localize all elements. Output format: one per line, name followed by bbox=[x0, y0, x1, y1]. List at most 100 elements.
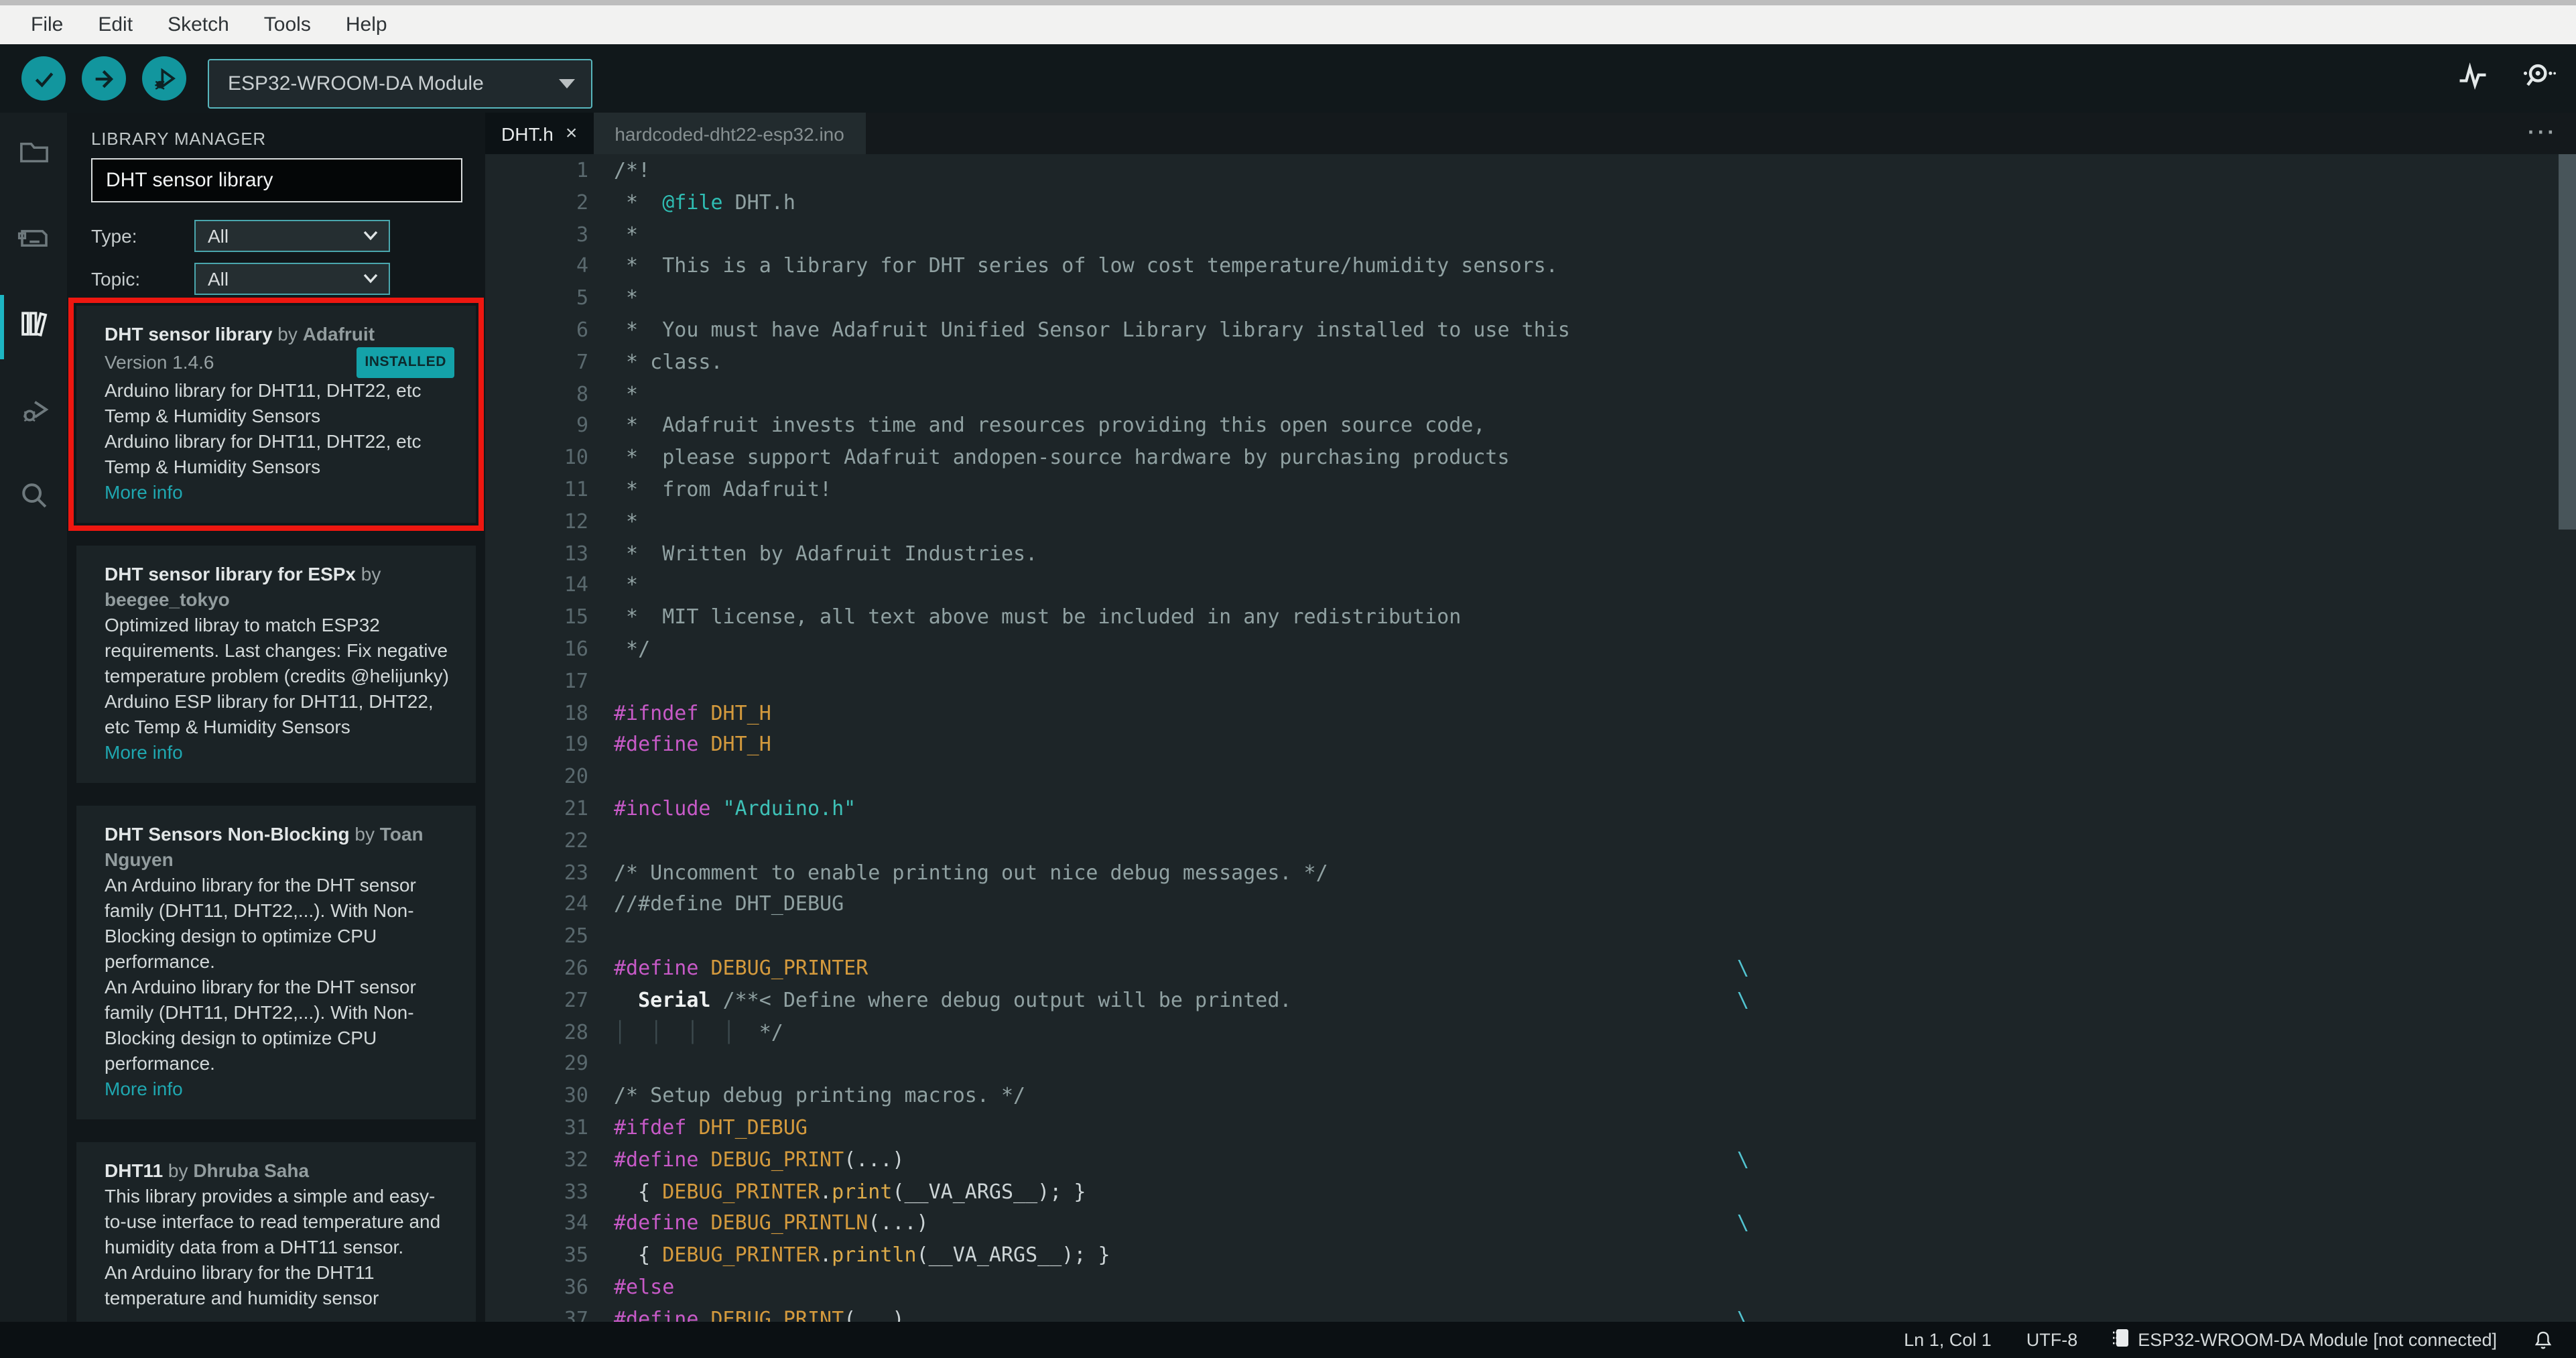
verify-button[interactable] bbox=[21, 56, 66, 101]
code-line: 20 bbox=[485, 761, 2576, 794]
library-card[interactable]: DHT Sensors Non-Blocking by Toan Nguyen A… bbox=[76, 806, 476, 1119]
library-description: Arduino ESP library for DHT11, DHT22, et… bbox=[105, 690, 434, 737]
library-name: DHT sensor library bbox=[105, 323, 273, 345]
panel-title: LIBRARY MANAGER bbox=[91, 129, 267, 149]
line-number: 36 bbox=[564, 1274, 588, 1299]
serial-monitor-icon[interactable] bbox=[2517, 56, 2557, 97]
sketchbook-icon bbox=[15, 134, 52, 177]
more-info-link[interactable]: More info bbox=[105, 741, 183, 763]
debug-button[interactable] bbox=[142, 56, 186, 101]
window-title-strip bbox=[0, 0, 2576, 5]
sidebar-item-library-manager[interactable] bbox=[0, 284, 67, 370]
line-number: 28 bbox=[564, 1020, 588, 1044]
code-line: 32 #define DEBUG_PRINT(...) \ bbox=[485, 1144, 2576, 1176]
board-selector[interactable]: ESP32-WROOM-DA Module bbox=[208, 59, 592, 109]
more-info-link[interactable]: More info bbox=[105, 1078, 183, 1099]
debug-play-icon bbox=[149, 64, 179, 93]
status-bar: Ln 1, Col 1 UTF-8 ESP32-WROOM-DA Module … bbox=[0, 1322, 2576, 1358]
code-line: 19 #define DHT_H bbox=[485, 730, 2576, 762]
menu-item-sketch[interactable]: Sketch bbox=[150, 5, 247, 44]
menu-bar: File Edit Sketch Tools Help bbox=[0, 5, 2576, 44]
code-line: 23/* Uncomment to enable printing out ni… bbox=[485, 857, 2576, 889]
tab-overflow-menu-icon[interactable]: ··· bbox=[2528, 113, 2557, 154]
tab-label: hardcoded-dht22-esp32.ino bbox=[615, 123, 844, 144]
code-line: 28 │ │ │ │ */ bbox=[485, 1017, 2576, 1049]
menu-item-help[interactable]: Help bbox=[328, 5, 405, 44]
line-number: 15 bbox=[564, 605, 588, 629]
line-number: 1 bbox=[576, 158, 588, 182]
tab-DHT.h[interactable]: DHT.h × bbox=[485, 113, 594, 154]
boards-manager-icon bbox=[15, 220, 52, 263]
tab-hardcoded-dht22-esp32.ino[interactable]: hardcoded-dht22-esp32.ino bbox=[593, 113, 866, 154]
line-number: 26 bbox=[564, 955, 588, 980]
code-line: 24//#define DHT_DEBUG bbox=[485, 889, 2576, 922]
line-number: 8 bbox=[576, 381, 588, 406]
board-status[interactable]: ESP32-WROOM-DA Module [not connected] bbox=[2112, 1327, 2497, 1353]
code-line: 35 { DEBUG_PRINTER.println(__VA_ARGS__);… bbox=[485, 1240, 2576, 1272]
code-line: 2 * @file DHT.h bbox=[485, 188, 2576, 220]
line-number: 24 bbox=[564, 891, 588, 916]
line-number: 19 bbox=[564, 732, 588, 757]
code-line: 13 * Written by Adafruit Industries. bbox=[485, 538, 2576, 570]
line-number: 14 bbox=[564, 572, 588, 597]
sidebar-item-debug[interactable] bbox=[0, 370, 67, 456]
sidebar-item-search[interactable] bbox=[0, 456, 67, 542]
line-number: 9 bbox=[576, 413, 588, 438]
line-number: 17 bbox=[564, 668, 588, 693]
library-card-highlighted[interactable]: DHT sensor library by Adafruit Version 1.… bbox=[68, 298, 484, 531]
topic-filter-label: Topic: bbox=[91, 268, 141, 290]
serial-plotter-icon[interactable] bbox=[2453, 56, 2493, 97]
menu-item-file[interactable]: File bbox=[13, 5, 80, 44]
editor: DHT.h × hardcoded-dht22-esp32.ino ··· 1/*! 2… bbox=[485, 113, 2576, 1322]
code-line: 25 bbox=[485, 921, 2576, 953]
arduino-ide-window: File Edit Sketch Tools Help ESP32-WROOM-DA M… bbox=[0, 0, 2576, 1358]
library-description: An Arduino library for the DHT sensor fa… bbox=[105, 976, 416, 1074]
line-number: 3 bbox=[576, 222, 588, 247]
close-icon[interactable]: × bbox=[566, 122, 578, 145]
line-number: 23 bbox=[564, 860, 588, 885]
more-info-link[interactable]: More info bbox=[105, 481, 183, 503]
library-description: Arduino library for DHT11, DHT22, etc Te… bbox=[105, 430, 422, 477]
upload-button[interactable] bbox=[82, 56, 126, 101]
library-description: An Arduino library for the DHT11 tempera… bbox=[105, 1261, 379, 1308]
code-editor[interactable]: 1/*! 2 * @file DHT.h 3 * 4 * This is a libr… bbox=[485, 154, 2576, 1322]
library-version: Version 1.4.6 bbox=[105, 351, 214, 373]
code-line: 6 * You must have Adafruit Unified Senso… bbox=[485, 315, 2576, 347]
library-name: DHT sensor library for ESPx bbox=[105, 563, 357, 584]
code-line: 33 { DEBUG_PRINTER.print(__VA_ARGS__); } bbox=[485, 1176, 2576, 1209]
library-version-row: Version 1.4.6 INSTALLED bbox=[105, 347, 454, 378]
sidebar-item-boards-manager[interactable] bbox=[0, 198, 67, 284]
library-search-input[interactable] bbox=[91, 158, 462, 202]
activity-bar bbox=[0, 113, 67, 1322]
topic-filter-select[interactable]: All bbox=[194, 263, 390, 295]
menu-item-edit[interactable]: Edit bbox=[80, 5, 150, 44]
line-number: 21 bbox=[564, 796, 588, 820]
code-line: 22 bbox=[485, 825, 2576, 857]
sidebar-item-sketchbook[interactable] bbox=[0, 113, 67, 198]
line-number: 31 bbox=[564, 1115, 588, 1139]
code-line: 11 * from Adafruit! bbox=[485, 475, 2576, 507]
notifications-bell-icon[interactable] bbox=[2532, 1328, 2555, 1352]
code-line: 12 * bbox=[485, 507, 2576, 539]
library-card-title: DHT sensor library for ESPx by beegee_to… bbox=[105, 563, 381, 610]
line-number: 18 bbox=[564, 700, 588, 725]
line-number: 5 bbox=[576, 286, 588, 310]
code-line: 14 * bbox=[485, 570, 2576, 603]
menu-item-tools[interactable]: Tools bbox=[247, 5, 328, 44]
type-filter-select[interactable]: All bbox=[194, 220, 390, 252]
right-arrow-icon bbox=[90, 65, 117, 92]
library-card[interactable]: DHT11 by Dhruba Saha This library provide… bbox=[76, 1142, 476, 1322]
library-card[interactable]: DHT sensor library for ESPx by beegee_to… bbox=[76, 546, 476, 783]
type-filter-label: Type: bbox=[91, 225, 137, 247]
debug-icon bbox=[15, 391, 52, 434]
editor-scrollbar[interactable] bbox=[2559, 154, 2576, 530]
cursor-position[interactable]: Ln 1, Col 1 bbox=[1904, 1330, 1992, 1350]
library-description: An Arduino library for the DHT sensor fa… bbox=[105, 874, 416, 972]
code-line: 16 */ bbox=[485, 634, 2576, 666]
code-line: 26 #define DEBUG_PRINTER \ bbox=[485, 953, 2576, 985]
library-name: DHT Sensors Non-Blocking bbox=[105, 823, 350, 845]
code-line: 1/*! bbox=[485, 156, 2576, 188]
line-number: 33 bbox=[564, 1179, 588, 1203]
line-number: 2 bbox=[576, 190, 588, 214]
check-icon bbox=[30, 65, 57, 92]
